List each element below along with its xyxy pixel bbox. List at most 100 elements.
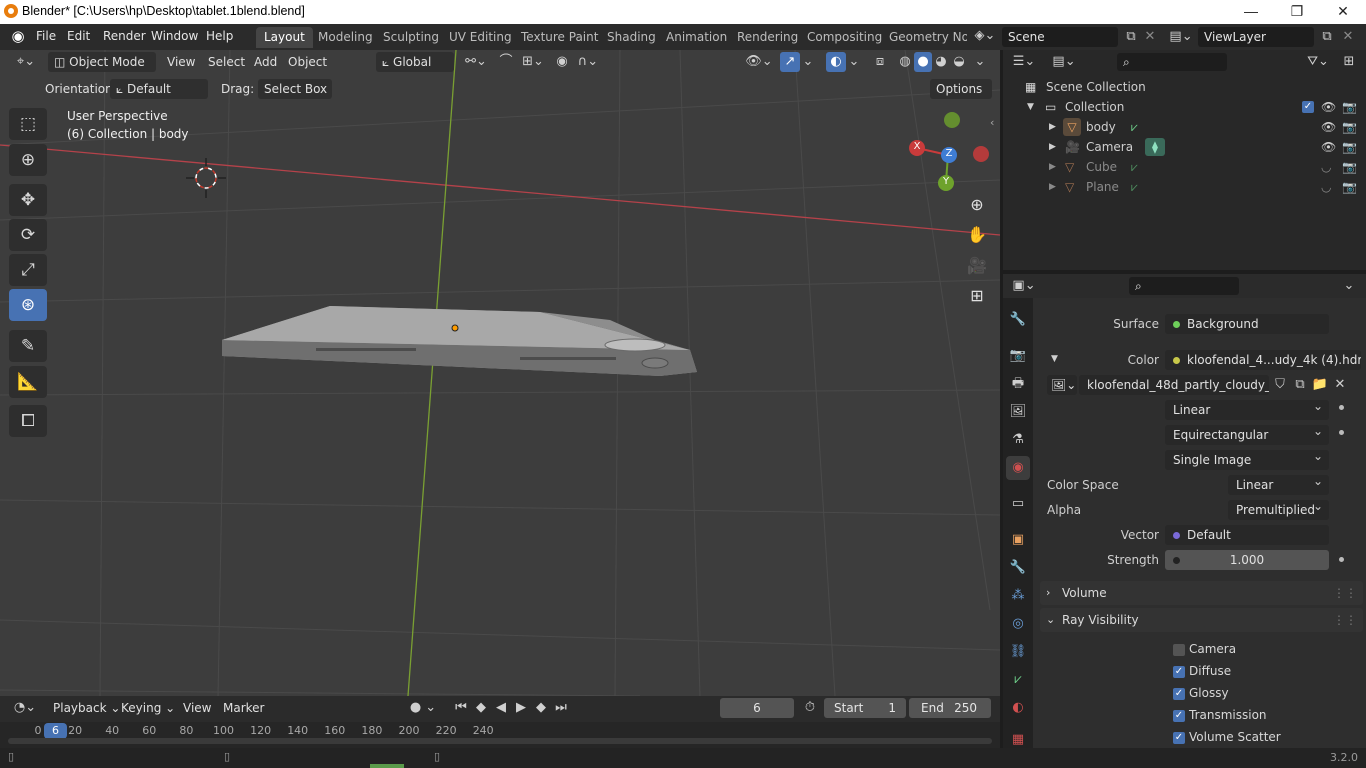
outliner-row-plane[interactable]: ▶ ▽ Plane ⩗ ◡ 📷: [1003, 177, 1366, 197]
source-dropdown[interactable]: Single Image: [1165, 446, 1329, 470]
scene-name-field[interactable]: Scene: [1002, 27, 1118, 47]
drag-dropdown[interactable]: Select Box: [258, 79, 332, 99]
camera-ray-checkbox[interactable]: [1173, 644, 1185, 656]
new-view-layer-icon[interactable]: ⧉: [1318, 27, 1336, 47]
blender-menu-icon[interactable]: ◉: [8, 26, 28, 46]
3d-viewport[interactable]: ⌖⌄ ◫ Object Mode View Select Add Object …: [0, 50, 1000, 696]
delete-view-layer-icon[interactable]: ✕: [1340, 27, 1356, 47]
gizmo-y-label[interactable]: Y: [940, 176, 952, 187]
view-layer-selector-icon[interactable]: ▤⌄: [1168, 27, 1194, 47]
output-tab-icon[interactable]: 🖶: [1006, 372, 1030, 396]
play-icon[interactable]: ▶: [512, 698, 530, 718]
body-render-icon[interactable]: 📷: [1342, 117, 1357, 137]
timeline-scrollbar[interactable]: [8, 738, 992, 744]
properties-editor-type-icon[interactable]: ▣⌄: [1009, 276, 1039, 296]
shading-dropdown-icon[interactable]: ⌄: [972, 52, 988, 72]
color-field[interactable]: kloofendal_4...udy_4k (4).hdr: [1165, 350, 1361, 370]
pivot-point-icon[interactable]: ⚯⌄: [462, 52, 490, 72]
constraints-tab-icon[interactable]: ⛓: [1006, 640, 1030, 664]
properties-search-input[interactable]: ⌕: [1129, 277, 1239, 295]
collection-exclude-checkbox[interactable]: ✓: [1302, 101, 1314, 113]
material-shading-icon[interactable]: ◕: [932, 52, 950, 72]
cursor-tool-icon[interactable]: ⊕: [9, 144, 47, 176]
strength-keyframe-dot[interactable]: [1339, 557, 1344, 562]
volume-scatter-ray-checkbox[interactable]: ✓: [1173, 732, 1185, 744]
tool-tab-icon[interactable]: 🔧: [1006, 308, 1030, 332]
strength-field[interactable]: 1.000: [1165, 550, 1329, 570]
rendered-shading-icon[interactable]: ◒: [950, 52, 968, 72]
end-frame-field[interactable]: End 250: [909, 698, 991, 718]
gizmo-toggle-icon[interactable]: ↗: [780, 52, 800, 72]
tab-animation[interactable]: Animation: [658, 27, 735, 48]
scale-tool-icon[interactable]: ⤢: [9, 254, 47, 286]
camera-data-icon[interactable]: ⧫: [1145, 138, 1165, 156]
outliner-editor-type-icon[interactable]: ☰⌄: [1009, 52, 1039, 72]
tab-modeling[interactable]: Modeling: [310, 27, 381, 48]
falloff-icon[interactable]: ∩⌄: [576, 52, 600, 72]
outliner-display-mode-icon[interactable]: ▤⌄: [1049, 52, 1079, 72]
properties-options-icon[interactable]: ⌄: [1341, 276, 1357, 296]
move-tool-icon[interactable]: ✥: [9, 184, 47, 216]
material-tab-icon[interactable]: ◐: [1006, 696, 1030, 720]
object-tab-icon[interactable]: ▣: [1006, 528, 1030, 552]
expand-arrow-icon[interactable]: ▶: [1049, 157, 1056, 177]
projection-dropdown[interactable]: Equirectangular: [1165, 421, 1329, 445]
transform-orientation-dropdown[interactable]: ⟀ Global: [376, 52, 454, 72]
menu-view[interactable]: View: [167, 52, 195, 72]
mesh-data-icon[interactable]: ⩗: [1131, 117, 1138, 137]
jump-to-next-keyframe-icon[interactable]: ◆: [532, 698, 550, 718]
tab-uv-editing[interactable]: UV Editing: [441, 27, 520, 48]
annotate-tool-icon[interactable]: ✎: [9, 330, 47, 362]
snap-icon[interactable]: ⌒: [496, 52, 516, 72]
unlink-image-icon[interactable]: ✕: [1331, 375, 1349, 395]
camera-render-icon[interactable]: 📷: [1342, 137, 1357, 157]
collection-tab-icon[interactable]: ▭: [1006, 492, 1030, 516]
outliner-row-body[interactable]: ▶ ▽ body ⩗ 👁 📷: [1003, 117, 1366, 137]
camera-view-icon[interactable]: 🎥: [964, 253, 990, 279]
mesh-data-icon[interactable]: ⩗: [1131, 177, 1138, 197]
marker-menu[interactable]: Marker: [223, 698, 264, 718]
surface-field[interactable]: Background: [1165, 314, 1329, 334]
overlay-toggle-icon[interactable]: ◐: [826, 52, 846, 72]
editor-type-icon[interactable]: ⌖⌄: [12, 52, 40, 72]
jump-to-start-icon[interactable]: ⏮: [452, 698, 470, 718]
scene-tab-icon[interactable]: ⚗: [1006, 428, 1030, 452]
camera-visibility-icon[interactable]: 👁: [1321, 137, 1336, 157]
proportional-edit-icon[interactable]: ◉: [552, 52, 572, 72]
open-image-folder-icon[interactable]: 📁: [1311, 375, 1329, 395]
timeline-view-menu[interactable]: View: [183, 698, 211, 718]
expand-arrow-icon[interactable]: ▶: [1049, 177, 1056, 197]
outliner-row-camera[interactable]: ▶ 🎥 Camera ⧫ 👁 📷: [1003, 137, 1366, 157]
tab-geometry-nodes[interactable]: Geometry Noc: [881, 27, 967, 48]
menu-window[interactable]: Window: [151, 29, 198, 43]
cube-hidden-icon[interactable]: ◡: [1321, 157, 1331, 177]
new-scene-icon[interactable]: ⧉: [1122, 27, 1140, 47]
play-reverse-icon[interactable]: ◀: [492, 698, 510, 718]
playback-menu[interactable]: Playback ⌄: [53, 698, 120, 718]
alpha-dropdown[interactable]: Premultiplied: [1228, 496, 1329, 520]
drag-handle-icon[interactable]: ⋮⋮: [1333, 581, 1357, 605]
keying-menu[interactable]: Keying ⌄: [121, 698, 175, 718]
interpolation-dropdown[interactable]: Linear: [1165, 396, 1329, 420]
vector-field[interactable]: Default: [1165, 525, 1329, 545]
gizmo-dropdown-icon[interactable]: ⌄: [800, 52, 816, 72]
view-layer-field[interactable]: ViewLayer: [1198, 27, 1314, 47]
tab-texture-paint[interactable]: Texture Paint: [513, 27, 606, 48]
current-frame-field[interactable]: 6: [720, 698, 794, 718]
interpolation-keyframe-dot[interactable]: [1339, 405, 1344, 410]
transform-tool-icon[interactable]: ⊛: [9, 289, 47, 321]
fake-user-shield-icon[interactable]: ⛉: [1271, 375, 1289, 395]
particles-tab-icon[interactable]: ⁂: [1006, 584, 1030, 608]
view-layer-tab-icon[interactable]: 🖼: [1006, 400, 1030, 424]
rotate-tool-icon[interactable]: ⟳: [9, 219, 47, 251]
jump-to-end-icon[interactable]: ⏭: [552, 698, 570, 718]
outliner-row-scene-collection[interactable]: ▦ Scene Collection: [1003, 77, 1366, 97]
snap-target-icon[interactable]: ⊞⌄: [518, 52, 548, 72]
menu-object[interactable]: Object: [288, 52, 327, 72]
jump-to-prev-keyframe-icon[interactable]: ◆: [472, 698, 490, 718]
duplicate-image-icon[interactable]: ⧉: [1291, 375, 1309, 395]
playhead-frame-indicator[interactable]: 6: [44, 723, 67, 739]
body-visibility-icon[interactable]: 👁: [1321, 117, 1336, 137]
ray-visibility-panel-header[interactable]: ⌄ Ray Visibility ⋮⋮: [1040, 608, 1363, 632]
drag-handle-icon[interactable]: ⋮⋮: [1333, 608, 1357, 632]
